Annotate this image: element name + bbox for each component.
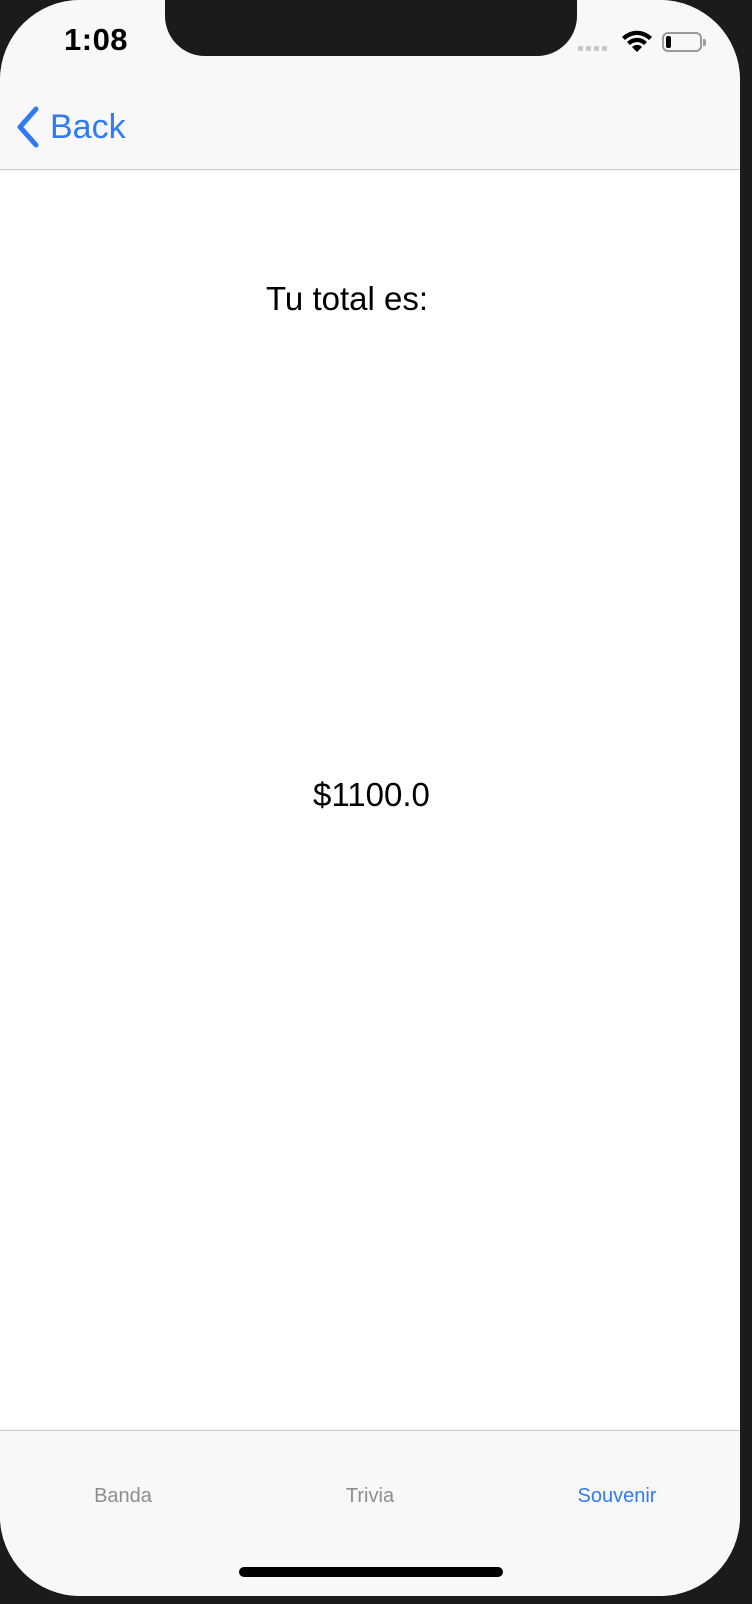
main-content: Tu total es: $1100.0: [0, 170, 740, 1430]
cellular-signal-icon: [578, 46, 607, 51]
tab-souvenir[interactable]: Souvenir: [494, 1471, 740, 1521]
phone-screen: 1:08 Back Tu total es: $1100.0 Banda Tri…: [0, 0, 740, 1596]
home-indicator: [239, 1567, 503, 1577]
wifi-icon: [622, 30, 652, 52]
tab-banda[interactable]: Banda: [0, 1471, 246, 1521]
total-value: $1100.0: [313, 776, 430, 813]
device-notch: [165, 0, 577, 56]
back-button[interactable]: Back: [16, 104, 126, 150]
battery-level: [666, 36, 671, 48]
tab-trivia[interactable]: Trivia: [247, 1471, 493, 1521]
back-label: Back: [50, 107, 126, 146]
status-time: 1:08: [64, 22, 129, 57]
battery-icon: [662, 32, 706, 52]
total-label: Tu total es:: [266, 280, 429, 317]
chevron-left-icon: [17, 106, 39, 148]
navigation-bar: Back: [0, 84, 740, 170]
